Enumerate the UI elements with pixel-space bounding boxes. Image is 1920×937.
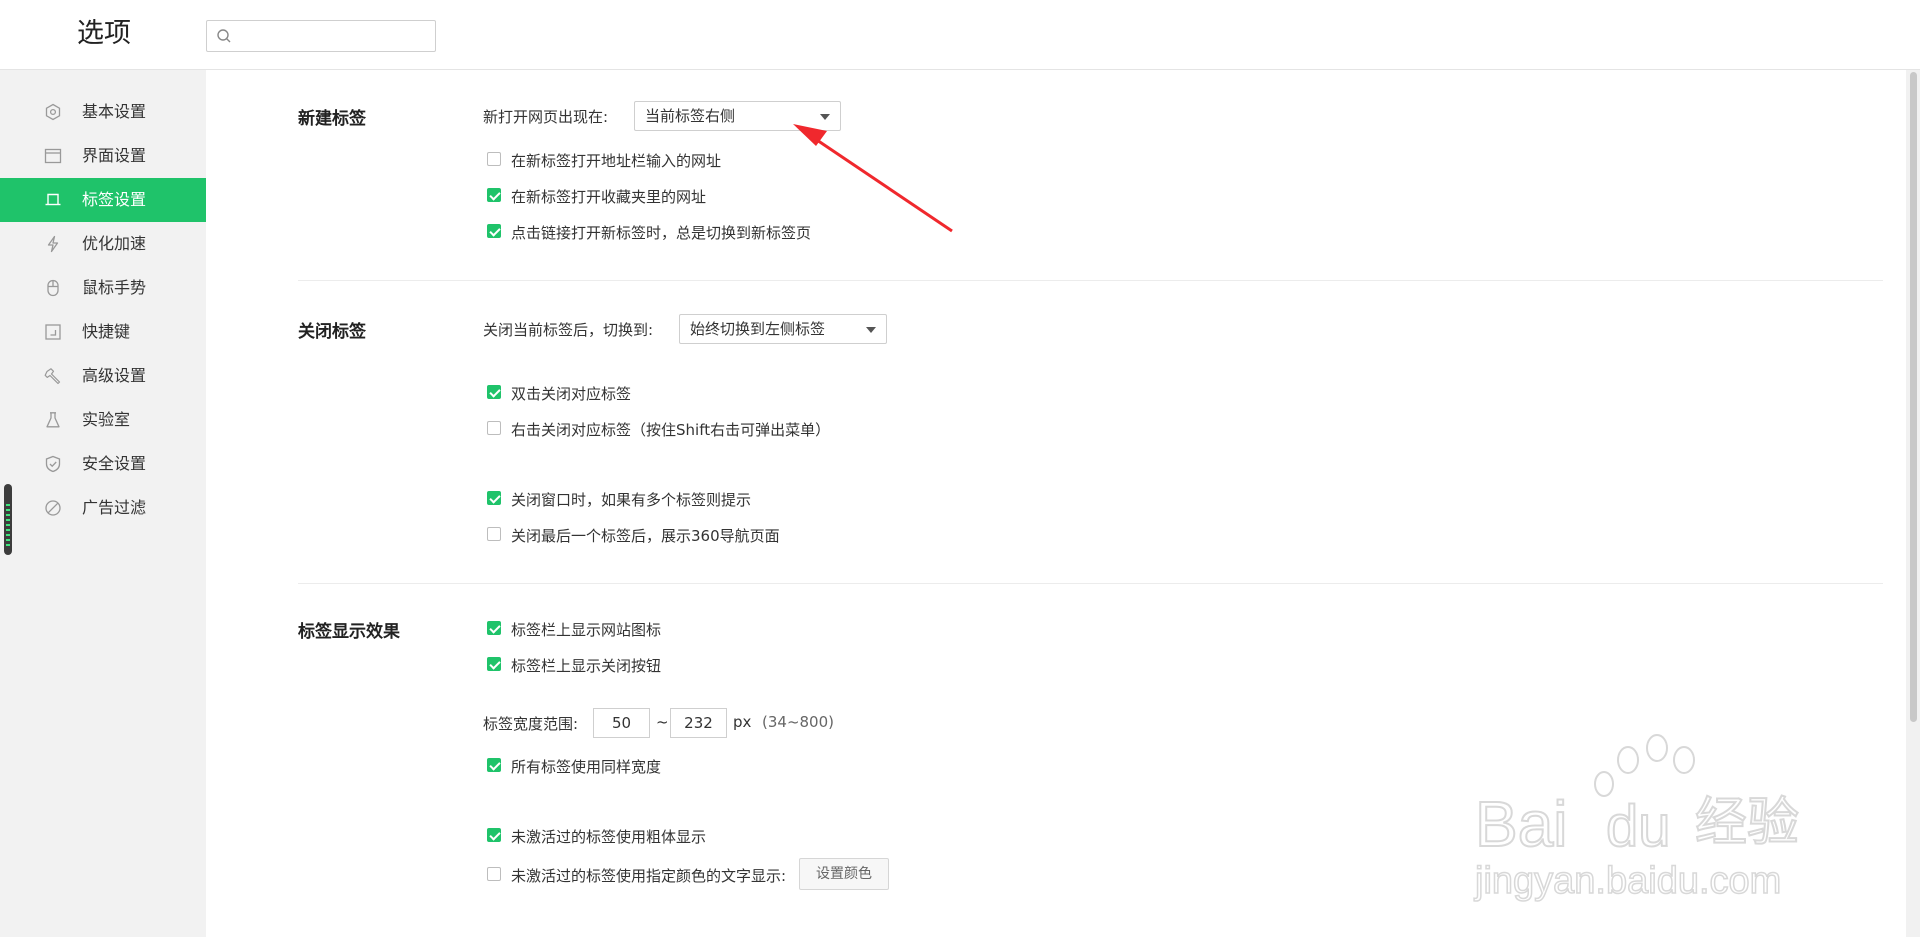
wrench-icon xyxy=(44,368,61,385)
checkbox-label: 所有标签使用同样宽度 xyxy=(511,758,662,776)
open-position-select[interactable]: 当前标签右侧 xyxy=(634,101,841,131)
checkbox-bold-inactive[interactable] xyxy=(487,828,501,842)
sidebar-item-optimize[interactable]: 优化加速 xyxy=(0,222,206,266)
checkbox-label: 标签栏上显示关闭按钮 xyxy=(511,657,662,675)
keyboard-shortcut-icon xyxy=(45,324,61,340)
sidebar-item-basic[interactable]: 基本设置 xyxy=(0,90,206,134)
tab-width-min-input[interactable] xyxy=(593,708,650,738)
checkbox-show-close-button[interactable] xyxy=(487,657,501,671)
page-title: 选项 xyxy=(77,18,131,49)
section-title-close-tab: 关闭标签 xyxy=(298,322,366,342)
open-position-label: 新打开网页出现在: xyxy=(483,108,609,126)
open-position-value: 当前标签右侧 xyxy=(645,107,736,125)
shield-icon xyxy=(45,455,61,473)
sidebar-item-label: 快捷键 xyxy=(82,322,131,341)
sidebar-item-shortcuts[interactable]: 快捷键 xyxy=(0,310,206,354)
section-title-tab-display: 标签显示效果 xyxy=(298,622,400,642)
checkbox-show-site-icon[interactable] xyxy=(487,621,501,635)
scrollbar-thumb[interactable] xyxy=(1910,72,1917,722)
options-header: 选项 xyxy=(0,0,1920,70)
block-icon xyxy=(45,500,61,516)
sidebar-item-label: 标签设置 xyxy=(82,190,147,209)
vertical-scrollbar[interactable] xyxy=(1906,70,1920,937)
checkbox-show-360-nav[interactable] xyxy=(487,527,501,541)
tab-width-label: 标签宽度范围: xyxy=(483,715,579,733)
sidebar-item-label: 优化加速 xyxy=(82,234,147,253)
flask-icon xyxy=(46,412,60,428)
checkbox-label: 标签栏上显示网站图标 xyxy=(511,621,662,639)
checkbox-label: 未激活过的标签使用指定颜色的文字显示: xyxy=(511,867,787,885)
tab-width-separator: ~ xyxy=(656,713,669,731)
checkbox-close-window-prompt[interactable] xyxy=(487,491,501,505)
tab-icon xyxy=(45,193,61,206)
search-icon xyxy=(217,29,231,43)
checkbox-label: 未激活过的标签使用粗体显示 xyxy=(511,828,707,846)
sidebar-item-interface[interactable]: 界面设置 xyxy=(0,134,206,178)
sidebar-item-label: 安全设置 xyxy=(82,454,147,473)
sidebar-item-label: 广告过滤 xyxy=(82,498,147,517)
section-divider xyxy=(298,280,1883,281)
settings-content xyxy=(206,70,1906,937)
switch-after-close-select[interactable]: 始终切换到左侧标签 xyxy=(679,314,887,344)
switch-after-close-label: 关闭当前标签后，切换到: xyxy=(483,321,654,339)
sidebar-resize-handle[interactable] xyxy=(4,484,12,555)
checkbox-label: 点击链接打开新标签时，总是切换到新标签页 xyxy=(511,224,812,242)
set-color-button[interactable]: 设置颜色 xyxy=(799,858,889,890)
checkbox-label: 在新标签打开地址栏输入的网址 xyxy=(511,152,722,170)
sidebar-item-tabs[interactable]: 标签设置 xyxy=(0,178,206,222)
switch-after-close-value: 始终切换到左侧标签 xyxy=(690,320,826,338)
checkbox-label: 双击关闭对应标签 xyxy=(511,385,632,403)
search-input[interactable] xyxy=(206,20,436,52)
settings-sidebar: 基本设置 界面设置 标签设置 优化加速 鼠标手势 快捷键 高级设置 实验室 安全… xyxy=(0,70,206,937)
sidebar-item-label: 基本设置 xyxy=(82,102,147,121)
chevron-down-icon xyxy=(866,327,876,333)
sidebar-item-security[interactable]: 安全设置 xyxy=(0,442,206,486)
section-divider xyxy=(298,583,1883,584)
window-icon xyxy=(44,148,62,164)
checkbox-address-bar-new-tab[interactable] xyxy=(487,152,501,166)
sidebar-item-adblock[interactable]: 广告过滤 xyxy=(0,486,206,530)
tab-width-max-input[interactable] xyxy=(670,708,727,738)
checkbox-switch-to-new-tab[interactable] xyxy=(487,224,501,238)
sidebar-item-label: 鼠标手势 xyxy=(82,278,147,297)
section-title-new-tab: 新建标签 xyxy=(298,109,366,129)
sidebar-item-lab[interactable]: 实验室 xyxy=(0,398,206,442)
checkbox-double-click-close[interactable] xyxy=(487,385,501,399)
chevron-down-icon xyxy=(820,114,830,120)
checkbox-favorites-new-tab[interactable] xyxy=(487,188,501,202)
sidebar-item-mouse-gesture[interactable]: 鼠标手势 xyxy=(0,266,206,310)
checkbox-label: 关闭窗口时，如果有多个标签则提示 xyxy=(511,491,752,509)
checkbox-label: 关闭最后一个标签后，展示360导航页面 xyxy=(511,527,780,545)
sidebar-item-label: 界面设置 xyxy=(82,146,147,165)
sidebar-item-advanced[interactable]: 高级设置 xyxy=(0,354,206,398)
sidebar-item-label: 实验室 xyxy=(82,410,131,429)
checkbox-right-click-close[interactable] xyxy=(487,421,501,435)
checkbox-same-width[interactable] xyxy=(487,758,501,772)
sidebar-item-label: 高级设置 xyxy=(82,366,147,385)
tab-width-hint: (34~800) xyxy=(762,713,834,731)
lightning-icon xyxy=(47,235,59,253)
mouse-icon xyxy=(47,279,59,297)
tab-width-unit: px xyxy=(733,713,752,731)
checkbox-color-inactive[interactable] xyxy=(487,867,501,881)
checkbox-label: 右击关闭对应标签（按住Shift右击可弹出菜单） xyxy=(511,421,831,439)
gear-icon xyxy=(45,103,61,121)
checkbox-label: 在新标签打开收藏夹里的网址 xyxy=(511,188,707,206)
